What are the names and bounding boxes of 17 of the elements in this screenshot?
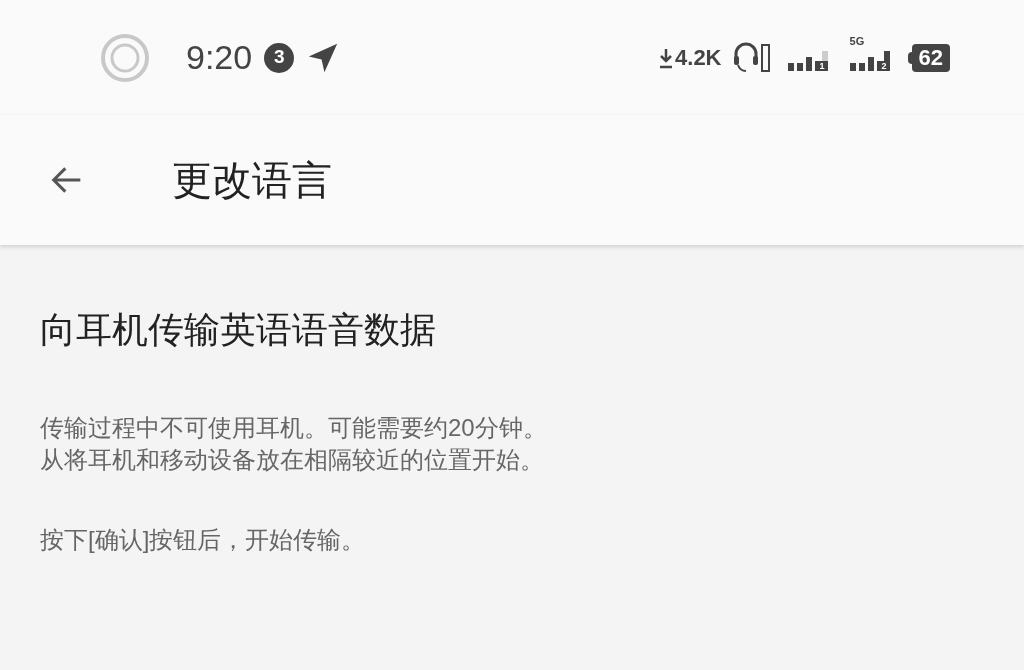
clock: 9:20 xyxy=(186,37,253,78)
section-heading: 向耳机传输英语语音数据 xyxy=(40,308,437,352)
page-title: 更改语言 xyxy=(172,157,332,204)
battery-indicator: 62 xyxy=(907,43,950,72)
network-speed: 4.2K xyxy=(675,44,722,72)
description-text: 按下[确认]按钮后，开始传输。 xyxy=(40,525,366,555)
description-text: 传输过程中不可使用耳机。可能需要约20分钟。 xyxy=(40,413,547,443)
headset-battery-icon xyxy=(731,41,772,74)
signal-icon xyxy=(787,50,828,71)
description-text: 从将耳机和移动设备放在相隔较近的位置开始。 xyxy=(40,445,544,475)
sim-label: 2 xyxy=(881,61,887,71)
notification-count-badge: 3 xyxy=(264,42,295,73)
signal-icon xyxy=(849,50,890,71)
network-type-label: 5G xyxy=(849,35,865,47)
download-icon xyxy=(659,46,674,69)
ring-icon xyxy=(100,32,150,83)
sim-label: 1 xyxy=(819,61,825,71)
